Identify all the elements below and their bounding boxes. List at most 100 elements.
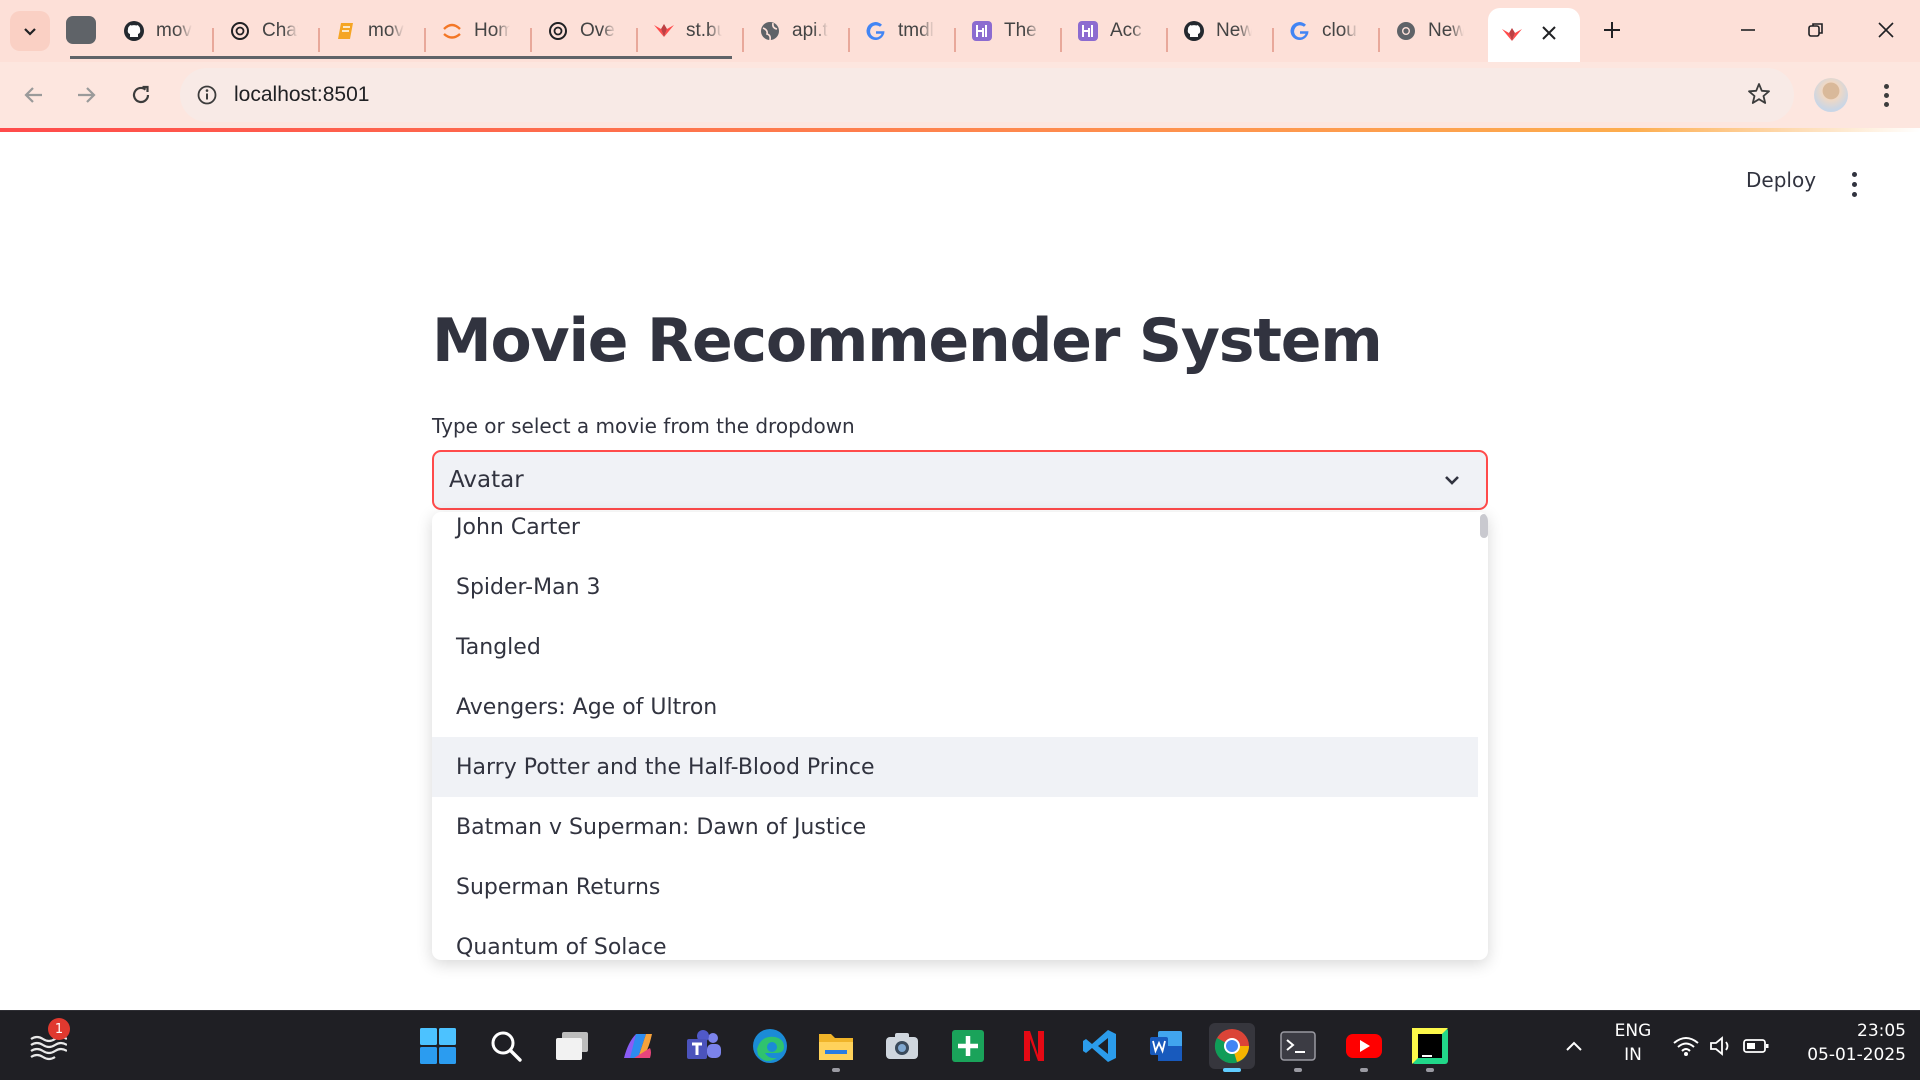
close-window-button[interactable] [1858,8,1914,52]
netflix-icon[interactable] [1011,1023,1057,1069]
url-text[interactable]: localhost:8501 [234,83,369,107]
page-title: Movie Recommender System [432,306,1383,376]
battery-icon [1743,1039,1769,1053]
browser-tab[interactable]: New [1382,8,1482,54]
site-info-icon[interactable] [180,68,234,122]
browser-tab[interactable]: Acc [1064,8,1164,54]
pycharm-icon[interactable] [1407,1023,1453,1072]
tab-separator [1166,28,1168,52]
browser-menu-button[interactable] [1866,74,1906,116]
dropdown-option[interactable]: Tangled [432,617,1478,677]
chevron-down-icon[interactable] [1440,468,1464,492]
show-hidden-icons-chevron-up-icon[interactable] [1551,1023,1597,1069]
tab-title: mov [156,20,192,41]
teams-icon[interactable] [681,1023,727,1069]
browser-tab-strip: mov Chat mov Hom Over st.bu api.t tmdl The Acc New… [0,0,1920,62]
tab-separator [318,28,320,52]
deploy-button[interactable]: Deploy [1746,168,1816,192]
dropdown-option[interactable]: Quantum of Solace [432,917,1478,960]
tab-title: tmdl [898,20,934,41]
browser-tab[interactable]: New [1170,8,1270,54]
tab-title: st.bu [686,20,722,41]
back-button[interactable] [10,72,56,118]
edge-browser-icon[interactable] [747,1023,793,1069]
notification-badge: 1 [48,1018,70,1040]
tab-search-button[interactable] [10,11,50,51]
tab-group-chip[interactable] [66,16,96,44]
vscode-icon[interactable] [1077,1023,1123,1069]
windows-start-icon[interactable] [415,1023,461,1069]
youtube-icon[interactable] [1341,1023,1387,1072]
select-value[interactable]: Avatar [449,467,524,493]
browser-tab[interactable]: tmdl [852,8,952,54]
chrome-icon[interactable] [1209,1023,1255,1072]
bookmark-star-icon[interactable] [1746,81,1772,112]
tab-separator [636,28,638,52]
minimize-icon [1741,29,1755,31]
app-main-menu-button[interactable] [1852,172,1857,197]
file-explorer-icon[interactable] [813,1023,859,1072]
dropdown-option[interactable]: Avengers: Age of Ultron [432,677,1478,737]
restore-icon [1808,23,1823,37]
movie-dropdown-list[interactable]: John Carter Spider-Man 3 Tangled Avengers: … [432,512,1488,960]
chrome-icon [1394,19,1418,43]
copilot-icon[interactable] [615,1023,661,1069]
close-icon [1878,22,1894,38]
notebook-icon [334,19,358,43]
sheets-plus-icon[interactable] [945,1023,991,1069]
dropdown-option[interactable]: Harry Potter and the Half-Blood Prince [432,737,1478,797]
tab-title: clou [1322,20,1357,41]
arrow-left-icon [24,87,42,103]
profile-avatar[interactable] [1814,78,1848,112]
minimize-button[interactable] [1720,8,1776,52]
browser-tab[interactable]: Hom [428,8,528,54]
language-indicator[interactable]: ENG IN [1604,1019,1662,1067]
tab-title: Acc [1110,20,1142,41]
dropdown-option[interactable]: Batman v Superman: Dawn of Justice [432,797,1478,857]
forward-button[interactable] [64,72,110,118]
tab-title: Hom [474,20,510,41]
browser-tab[interactable]: clou [1276,8,1376,54]
address-bar[interactable]: localhost:8501 [180,68,1794,122]
word-icon[interactable] [1143,1023,1189,1069]
browser-tab[interactable] [1488,8,1580,62]
movie-select[interactable]: Avatar [432,450,1488,510]
google-icon [864,19,888,43]
select-label: Type or select a movie from the dropdown [432,414,855,438]
reload-button[interactable] [118,72,164,118]
tab-title: Over [580,20,616,41]
tab-title: The [1004,20,1037,41]
terminal-icon[interactable] [1275,1023,1321,1072]
quick-settings-button[interactable] [1666,1023,1776,1069]
chevron-down-icon [24,28,36,36]
camera-icon[interactable] [879,1023,925,1069]
dropdown-scrollbar[interactable] [1480,514,1488,538]
tab-separator [1060,28,1062,52]
task-view-icon[interactable] [549,1023,595,1069]
close-tab-icon[interactable] [1542,24,1556,46]
tab-title: New [1216,20,1252,41]
streamlit-icon [1500,23,1524,47]
search-icon[interactable] [483,1023,529,1069]
browser-tab[interactable]: Over [534,8,634,54]
browser-tab[interactable]: mov [322,8,422,54]
streamlit-icon [652,19,676,43]
new-tab-button[interactable] [1584,8,1640,52]
browser-tab[interactable]: The [958,8,1058,54]
dropdown-option[interactable]: Superman Returns [432,857,1478,917]
tab-separator [530,28,532,52]
globe-icon [758,19,782,43]
browser-tab[interactable]: Chat [216,8,316,54]
dropdown-option[interactable]: John Carter [432,512,1478,557]
browser-tab[interactable]: st.bu [640,8,740,54]
dropdown-option[interactable]: Spider-Man 3 [432,557,1478,617]
tab-separator [954,28,956,52]
tab-title: api.t [792,20,828,41]
clock[interactable]: 23:05 05-01-2025 [1786,1019,1906,1067]
tab-separator [1378,28,1380,52]
wifi-icon [1673,1037,1699,1056]
browser-tab[interactable]: api.t [746,8,846,54]
restore-button[interactable] [1788,8,1844,52]
tab-group-underline [70,56,732,59]
browser-tab[interactable]: mov [110,8,210,54]
